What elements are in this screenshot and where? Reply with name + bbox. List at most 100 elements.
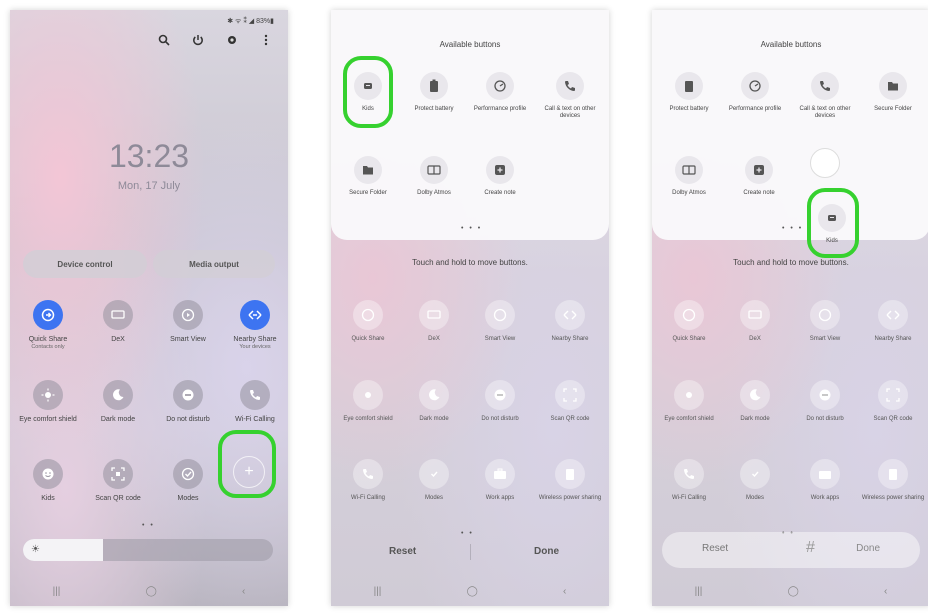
- available-performance-profile[interactable]: Performance profile: [467, 72, 533, 113]
- tile-nearby-share[interactable]: Nearby Share Your devices: [222, 300, 288, 351]
- dex-icon: [740, 300, 770, 330]
- tile-eye-comfort-shield[interactable]: Eye comfort shield: [15, 380, 81, 424]
- drag-button-screen: Available buttons Protect battery Perfor…: [652, 10, 928, 606]
- active-work-apps[interactable]: Work apps: [467, 459, 533, 502]
- media-output-button[interactable]: Media output: [153, 250, 275, 278]
- available-call-text-other-devices[interactable]: Call & text on other devices: [537, 72, 603, 120]
- available-dolby-atmos[interactable]: Dolby Atmos: [401, 156, 467, 197]
- active-wireless-power-sharing[interactable]: Wireless power sharing: [537, 459, 603, 502]
- active-smart-view[interactable]: Smart View: [792, 300, 858, 343]
- available-create-note[interactable]: Create note: [726, 156, 792, 197]
- active-wireless-power-sharing[interactable]: Wireless power sharing: [860, 459, 926, 502]
- active-scan-qr-code[interactable]: Scan QR code: [537, 380, 603, 423]
- instruction-text: Touch and hold to move buttons.: [412, 258, 528, 267]
- sheet-title: Available buttons: [439, 40, 501, 49]
- active-dex[interactable]: DeX: [722, 300, 788, 343]
- back-button[interactable]: ‹: [242, 586, 245, 597]
- tile-label: Call & text on other devices: [544, 106, 596, 119]
- tile-label: Do not disturb: [806, 416, 844, 422]
- gear-icon[interactable]: [224, 32, 240, 48]
- search-icon[interactable]: [156, 32, 172, 48]
- active-do-not-disturb[interactable]: Do not disturb: [467, 380, 533, 423]
- tile-label: Eye comfort shield: [664, 416, 714, 422]
- active-work-apps[interactable]: Work apps: [792, 459, 858, 502]
- active-eye-comfort[interactable]: Eye comfort shield: [335, 380, 401, 423]
- active-quick-share[interactable]: Quick Share: [335, 300, 401, 343]
- brightness-slider[interactable]: ☀: [23, 539, 273, 561]
- tile-label: Create note: [484, 190, 516, 196]
- power-sharing-icon: [878, 459, 908, 489]
- quick-panel-screen: ✱ ᯤ ⁑ ◢ 83%▮ 13:23 Mon, 17 July Device c…: [10, 10, 288, 606]
- active-scan-qr-code[interactable]: Scan QR code: [860, 380, 926, 423]
- sheet-page-indicator: • • •: [782, 225, 804, 232]
- tile-modes[interactable]: Modes: [155, 459, 221, 503]
- tile-label: Protect battery: [414, 106, 454, 112]
- wifi-calling-icon: [353, 459, 383, 489]
- smart-view-icon: [485, 300, 515, 330]
- moon-icon: [740, 380, 770, 410]
- tile-kids[interactable]: Kids: [15, 459, 81, 503]
- tile-label: Performance profile: [473, 106, 527, 112]
- active-dex[interactable]: DeX: [401, 300, 467, 343]
- device-control-button[interactable]: Device control: [23, 250, 147, 278]
- recents-button[interactable]: |||: [695, 586, 703, 597]
- tile-scan-qr-code[interactable]: Scan QR code: [85, 459, 151, 503]
- active-quick-share[interactable]: Quick Share: [656, 300, 722, 343]
- tile-label: Secure Folder: [874, 106, 912, 112]
- tile-dark-mode[interactable]: Dark mode: [85, 380, 151, 424]
- tile-label: Wi-Fi Calling: [350, 495, 385, 501]
- home-button[interactable]: ◯: [467, 586, 478, 597]
- secure-folder-icon: [879, 72, 907, 100]
- tile-label: Scan QR code: [550, 416, 590, 422]
- qr-code-icon: [555, 380, 585, 410]
- sheet-page-indicator: • • •: [461, 225, 483, 232]
- available-secure-folder[interactable]: Secure Folder: [860, 72, 926, 113]
- more-options-icon[interactable]: [258, 32, 274, 48]
- recents-button[interactable]: |||: [53, 586, 61, 597]
- active-dark-mode[interactable]: Dark mode: [722, 380, 788, 423]
- smart-view-icon: [810, 300, 840, 330]
- done-button[interactable]: Done: [856, 543, 880, 554]
- briefcase-icon: [485, 459, 515, 489]
- tile-label: Smart View: [809, 336, 841, 342]
- back-button[interactable]: ‹: [563, 586, 566, 597]
- active-eye-comfort[interactable]: Eye comfort shield: [656, 380, 722, 423]
- power-icon[interactable]: [190, 32, 206, 48]
- tile-do-not-disturb[interactable]: Do not disturb: [155, 380, 221, 424]
- reset-button[interactable]: Reset: [389, 546, 416, 557]
- tile-label: Eye comfort shield: [19, 416, 77, 423]
- active-nearby-share[interactable]: Nearby Share: [860, 300, 926, 343]
- available-dolby-atmos[interactable]: Dolby Atmos: [656, 156, 722, 197]
- recents-button[interactable]: |||: [374, 586, 382, 597]
- tile-wifi-calling[interactable]: Wi-Fi Calling: [222, 380, 288, 424]
- divider: [470, 544, 471, 560]
- tile-quick-share[interactable]: Quick Share Contacts only: [15, 300, 81, 351]
- active-smart-view[interactable]: Smart View: [467, 300, 533, 343]
- tile-label: DeX: [111, 336, 125, 343]
- available-create-note[interactable]: Create note: [467, 156, 533, 197]
- available-performance-profile[interactable]: Performance profile: [722, 72, 788, 113]
- quick-share-icon: [353, 300, 383, 330]
- modes-icon: [419, 459, 449, 489]
- done-button[interactable]: Done: [534, 546, 559, 557]
- available-secure-folder[interactable]: Secure Folder: [335, 156, 401, 197]
- back-button[interactable]: ‹: [884, 586, 887, 597]
- available-call-text-other-devices[interactable]: Call & text on other devices: [792, 72, 858, 120]
- home-button[interactable]: ◯: [146, 586, 157, 597]
- active-wifi-calling[interactable]: Wi-Fi Calling: [656, 459, 722, 502]
- navigation-bar: ||| ◯ ‹: [10, 576, 288, 606]
- tile-label: Dark mode: [100, 416, 136, 423]
- active-modes[interactable]: Modes: [401, 459, 467, 502]
- active-wifi-calling[interactable]: Wi-Fi Calling: [335, 459, 401, 502]
- available-protect-battery[interactable]: Protect battery: [656, 72, 722, 113]
- tile-smart-view[interactable]: Smart View: [155, 300, 221, 344]
- active-dark-mode[interactable]: Dark mode: [401, 380, 467, 423]
- tile-dex[interactable]: DeX: [85, 300, 151, 344]
- active-modes[interactable]: Modes: [722, 459, 788, 502]
- active-nearby-share[interactable]: Nearby Share: [537, 300, 603, 343]
- reset-button[interactable]: Reset: [702, 543, 728, 554]
- gauge-icon: [486, 72, 514, 100]
- available-protect-battery[interactable]: Protect battery: [401, 72, 467, 113]
- active-do-not-disturb[interactable]: Do not disturb: [792, 380, 858, 423]
- home-button[interactable]: ◯: [788, 586, 799, 597]
